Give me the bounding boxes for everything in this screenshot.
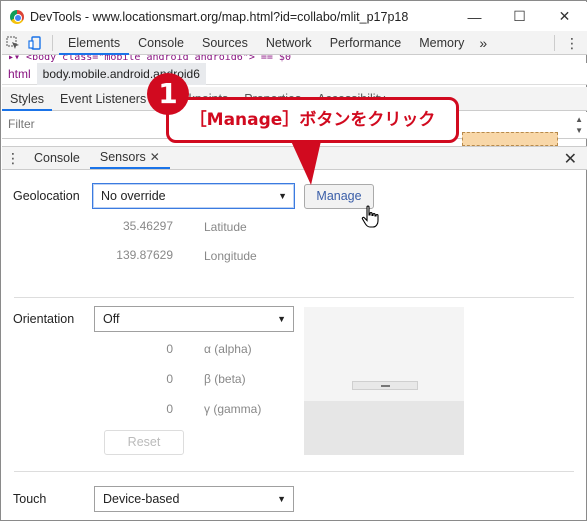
geolocation-select[interactable]: No override ▼ <box>92 183 295 209</box>
scroll-down-icon[interactable]: ▼ <box>575 125 583 136</box>
callout-arrow <box>291 137 321 185</box>
longitude-value: 139.87629 <box>116 248 173 262</box>
drawer-menu-icon[interactable]: ⋮ <box>2 150 24 167</box>
toolbar-separator <box>554 35 555 51</box>
scroll-up-icon[interactable]: ▲ <box>575 114 583 125</box>
section-divider <box>14 471 574 472</box>
longitude-label: Longitude <box>204 249 257 263</box>
maximize-button[interactable]: ☐ <box>497 2 542 31</box>
reset-button[interactable]: Reset <box>104 430 184 455</box>
chrome-logo-icon <box>10 9 24 24</box>
window-controls: — ☐ ✕ <box>452 2 587 31</box>
chevron-down-icon: ▼ <box>277 494 286 504</box>
geolocation-label: Geolocation <box>13 189 80 203</box>
orientation-selected-value: Off <box>103 312 120 326</box>
devtools-toolbar: Elements Console Sources Network Perform… <box>2 31 587 55</box>
latitude-label: Latitude <box>204 220 247 234</box>
drawer-tab-sensors[interactable]: Sensors ✕ <box>89 146 170 169</box>
title-bar: DevTools - www.locationsmart.org/map.htm… <box>2 2 587 31</box>
touch-selected-value: Device-based <box>103 492 180 506</box>
orientation-select[interactable]: Off ▼ <box>94 306 294 332</box>
orientation-label: Orientation <box>13 312 75 326</box>
tab-console[interactable]: Console <box>129 31 193 55</box>
device-toolbar-icon[interactable] <box>24 32 46 54</box>
toolbar-separator <box>52 34 53 51</box>
orientation-preview[interactable] <box>304 307 464 455</box>
annotation-text: ［Manage］ボタンをクリック <box>189 110 436 130</box>
tab-event-listeners[interactable]: Event Listeners <box>52 87 154 111</box>
breadcrumb-html[interactable]: html <box>2 63 37 85</box>
minimize-button[interactable]: — <box>452 2 497 31</box>
scrollbar[interactable]: ▲ ▼ <box>575 114 583 136</box>
inspect-element-icon[interactable] <box>2 32 24 54</box>
section-divider <box>14 297 574 298</box>
alpha-value[interactable]: 0 <box>121 342 173 356</box>
tab-elements[interactable]: Elements <box>59 31 130 55</box>
close-drawer-icon[interactable]: ✕ <box>564 149 577 169</box>
gamma-value[interactable]: 0 <box>121 402 173 416</box>
window-title: DevTools - www.locationsmart.org/map.htm… <box>30 9 409 24</box>
devtools-window: DevTools - www.locationsmart.org/map.htm… <box>0 0 587 521</box>
geolocation-selected-value: No override <box>101 189 166 203</box>
hand-cursor-icon <box>361 205 379 228</box>
drawer-tab-label: Console <box>34 151 80 165</box>
breadcrumb: html body.mobile.android.android6 <box>2 62 587 85</box>
customize-menu-icon[interactable]: ⋮ <box>561 32 583 54</box>
latitude-value: 35.46297 <box>122 219 173 233</box>
beta-label: β (beta) <box>204 372 246 386</box>
tab-network[interactable]: Network <box>257 31 321 55</box>
chevron-down-icon: ▼ <box>277 314 286 324</box>
toolbar-right: ⋮ <box>548 31 583 55</box>
gamma-label: γ (gamma) <box>204 402 262 416</box>
tab-styles[interactable]: Styles <box>2 87 53 111</box>
alpha-label: α (alpha) <box>204 342 252 356</box>
drawer-tab-console[interactable]: Console <box>24 147 90 169</box>
beta-value[interactable]: 0 <box>121 372 173 386</box>
annotation-callout: ［Manage］ボタンをクリック <box>166 97 459 143</box>
close-tab-icon[interactable]: ✕ <box>150 146 160 168</box>
annotation-number-badge: 1 <box>147 73 189 115</box>
tab-performance[interactable]: Performance <box>321 31 411 55</box>
tab-memory[interactable]: Memory <box>410 31 473 55</box>
close-button[interactable]: ✕ <box>542 2 587 31</box>
touch-select[interactable]: Device-based ▼ <box>94 486 294 512</box>
orientation-ground <box>304 401 464 455</box>
device-model[interactable] <box>352 381 418 390</box>
more-tabs-button[interactable]: » <box>473 35 493 51</box>
box-model-highlight <box>462 132 558 146</box>
tab-sources[interactable]: Sources <box>193 31 257 55</box>
touch-label: Touch <box>13 492 47 506</box>
filter-input[interactable] <box>8 117 168 131</box>
drawer-tab-label: Sensors <box>99 150 146 164</box>
